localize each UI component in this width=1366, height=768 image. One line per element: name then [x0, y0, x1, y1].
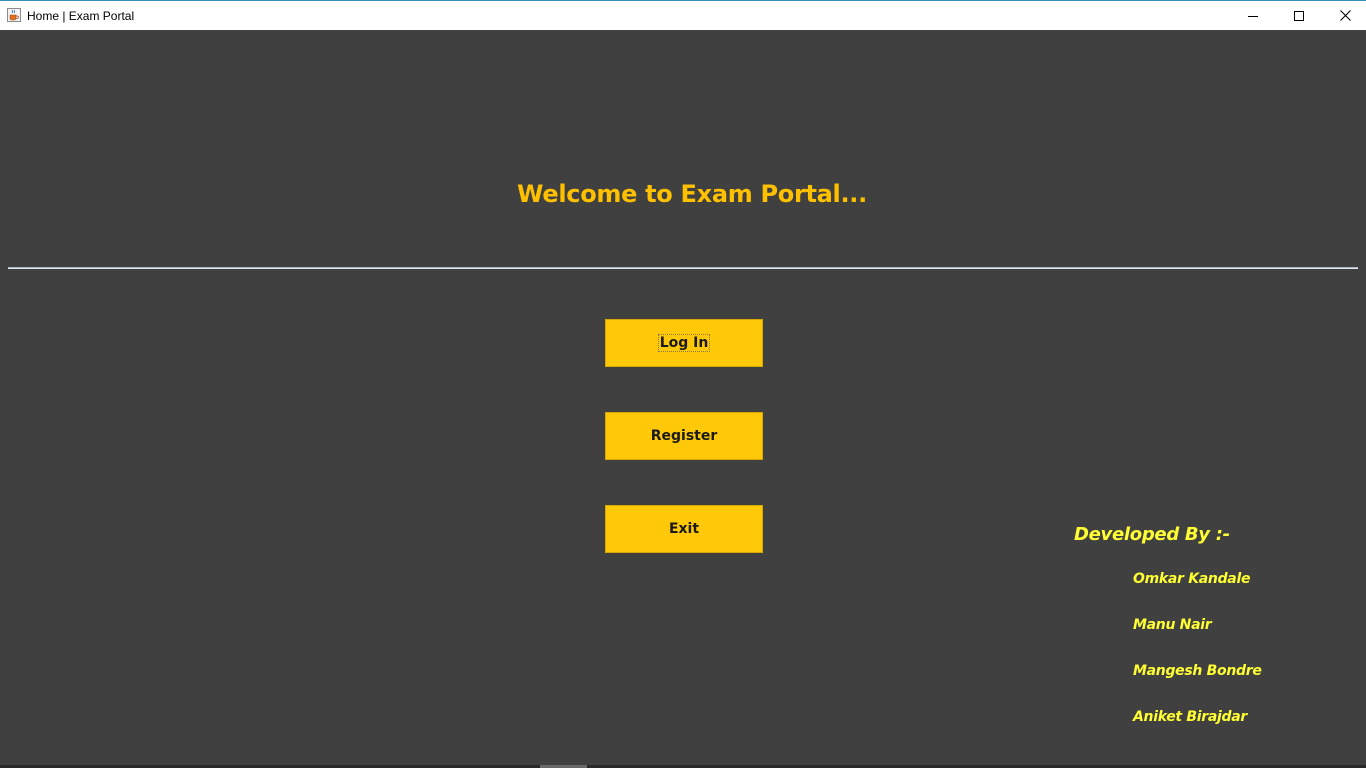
minimize-icon — [1248, 15, 1258, 17]
maximize-icon — [1294, 10, 1304, 21]
exit-button-label: Exit — [668, 521, 700, 537]
java-coffee-cup-icon[interactable] — [6, 7, 22, 23]
developer-name: Aniket Birajdar — [1133, 709, 1247, 725]
login-button-label: Log In — [657, 334, 711, 352]
welcome-heading: Welcome to Exam Portal... — [517, 180, 867, 208]
minimize-button[interactable] — [1230, 1, 1276, 30]
title-bar[interactable]: Home | Exam Portal — [0, 0, 1366, 30]
maximize-button[interactable] — [1276, 1, 1322, 30]
app-window: Home | Exam Portal Welcome to Exam Porta… — [0, 0, 1366, 768]
register-button-label: Register — [650, 428, 718, 444]
developer-name: Omkar Kandale — [1133, 571, 1251, 587]
close-button[interactable] — [1322, 1, 1366, 30]
window-title: Home | Exam Portal — [27, 9, 135, 23]
register-button[interactable]: Register — [605, 412, 763, 460]
login-button[interactable]: Log In — [605, 319, 763, 367]
exit-button[interactable]: Exit — [605, 505, 763, 553]
developed-by-heading: Developed By :- — [1074, 524, 1230, 545]
developer-name: Mangesh Bondre — [1133, 663, 1262, 679]
close-icon — [1339, 10, 1351, 21]
developer-name: Manu Nair — [1133, 617, 1212, 633]
horizontal-separator — [8, 267, 1358, 269]
